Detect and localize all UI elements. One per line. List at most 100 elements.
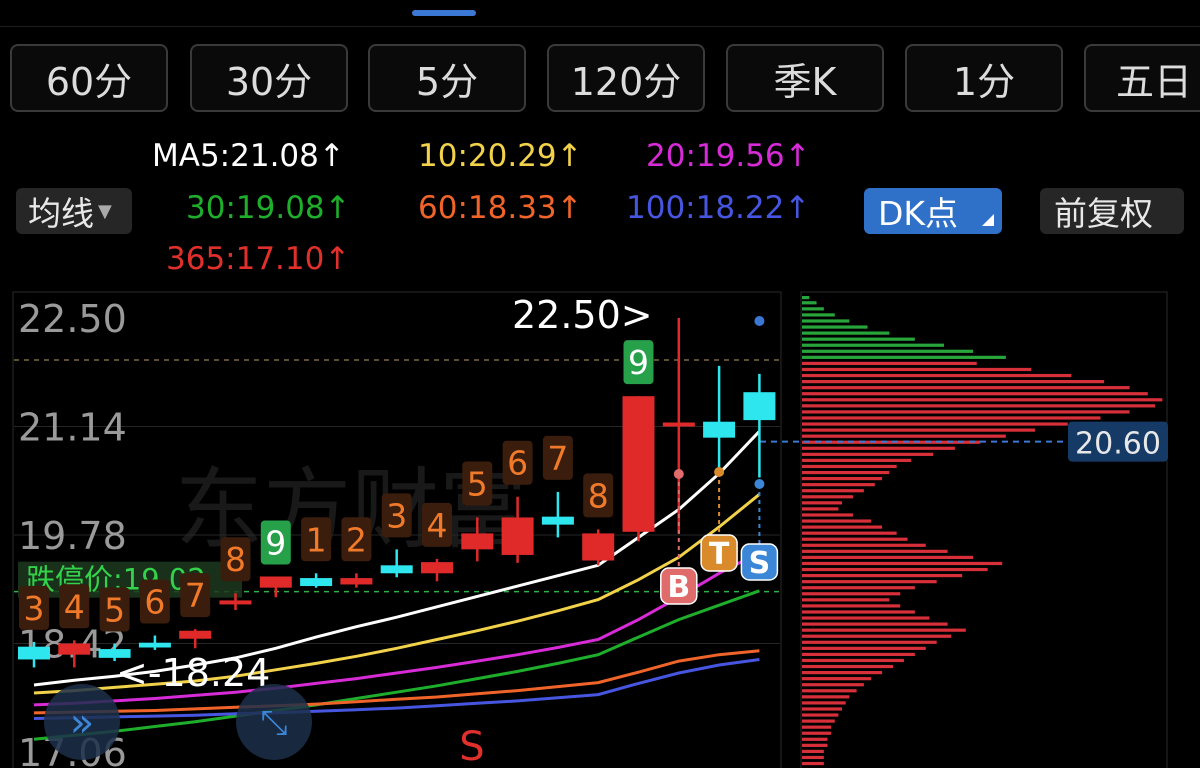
candle-body-down <box>541 516 574 525</box>
volume-profile-bar-red <box>802 598 890 602</box>
y-axis-tick-label: 19.78 <box>18 514 127 558</box>
drag-handle[interactable] <box>412 10 476 16</box>
nine-turn-count: 7 <box>547 439 568 478</box>
period-tab-60min[interactable]: 60分 <box>10 44 168 112</box>
volume-profile-bar-red <box>802 695 850 699</box>
volume-profile-bar-red <box>802 574 963 578</box>
volume-profile-bar-green <box>802 313 835 317</box>
volume-profile-bar-red <box>802 513 853 517</box>
divider <box>0 26 1200 27</box>
volume-profile-bar-red <box>802 380 1105 384</box>
volume-profile-bar-green <box>802 307 824 311</box>
volume-profile-bar-red <box>802 501 843 505</box>
ma10-value: 10:20.29↑ <box>418 138 583 174</box>
candle-body-down <box>300 578 333 587</box>
candle-body-down <box>138 642 171 648</box>
volume-profile-bar-red <box>802 361 977 366</box>
ma20-value: 20:19.56↑ <box>646 138 811 174</box>
corner-triangle-icon <box>982 214 994 226</box>
nine-turn-count: 3 <box>386 496 407 535</box>
expand-arrows-icon: ⤡ <box>260 703 287 743</box>
candle-body-down <box>380 565 413 574</box>
candle-body-up <box>58 643 91 655</box>
nine-turn-count: 5 <box>104 591 125 630</box>
volume-profile-bar-red <box>802 489 864 493</box>
volume-profile-bar-red <box>802 507 839 511</box>
volume-profile-bar-red <box>802 392 1148 396</box>
volume-profile-bar-red <box>802 640 937 644</box>
volume-profile-bar-red <box>802 464 897 469</box>
volume-profile-bar-red <box>802 701 846 705</box>
ma60-value: 60:18.33↑ <box>418 190 583 226</box>
y-axis-tick-label: 22.50 <box>18 297 127 341</box>
volume-profile-bar-red <box>802 404 1156 408</box>
period-tab-30min[interactable]: 30分 <box>190 44 348 112</box>
volume-profile-bar-red <box>802 561 1003 566</box>
volume-profile-bar-green <box>802 337 915 341</box>
forward-adjust-label: 前复权 <box>1054 194 1153 233</box>
candle-body-down <box>703 421 736 438</box>
candle-body-up <box>461 533 494 550</box>
volume-profile-bar-red <box>802 470 890 475</box>
ma-selector[interactable]: 均线 ▼ <box>16 188 132 234</box>
volume-profile-bar-red <box>802 398 1163 402</box>
nine-turn-count: 5 <box>467 464 488 503</box>
volume-profile-bar-red <box>802 622 948 626</box>
volume-profile-bar-green <box>802 325 868 329</box>
nine-turn-count: 3 <box>24 589 45 628</box>
volume-profile-bar-green <box>802 296 810 300</box>
dk-point-label: DK点 <box>878 194 959 233</box>
dot-marker <box>754 316 765 326</box>
volume-profile-bar-red <box>802 743 828 747</box>
volume-profile-bar-red <box>802 586 915 590</box>
double-chevron-right-icon: » <box>70 700 94 746</box>
volume-profile-bar-red <box>802 452 934 456</box>
volume-profile-bar-green <box>802 331 890 335</box>
nine-turn-count: 6 <box>144 583 165 622</box>
volume-profile-bar-red <box>802 373 1072 378</box>
volume-profile-bar-red <box>802 477 883 481</box>
volume-profile-bar-red <box>802 677 872 681</box>
volume-profile-bar-green <box>802 343 944 347</box>
candle-body-up <box>340 578 373 585</box>
nine-turn-count: 2 <box>346 520 367 559</box>
volume-profile-bar-red <box>802 731 832 735</box>
candle-body-up <box>259 576 292 588</box>
forward-adjust-button[interactable]: 前复权 <box>1040 188 1184 234</box>
candle-body-up <box>421 562 453 574</box>
ma5-value: MA5:21.08↑ <box>152 138 345 174</box>
candle-body-down <box>18 646 50 660</box>
kline-chart[interactable]: 22.5021.1419.7818.4217.06跌停价:19.02东方财富20… <box>0 290 1200 768</box>
volume-profile-bar-green <box>802 355 1006 359</box>
volume-profile-bar-red <box>802 422 1068 426</box>
ma365-value: 365:17.10↑ <box>166 241 351 277</box>
y-axis-tick-label: 21.14 <box>18 406 127 450</box>
volume-profile-bar-red <box>802 725 832 729</box>
signal-dot <box>714 467 725 477</box>
period-tab-5day[interactable]: 五日 <box>1084 44 1200 112</box>
volume-profile-bar-red <box>802 664 893 669</box>
volume-profile-bar-red <box>802 658 904 663</box>
volume-profile-bar-red <box>802 604 901 608</box>
volume-profile-bar-red <box>802 531 897 535</box>
signal-dot <box>754 479 765 489</box>
volume-profile-bar-red <box>802 713 839 717</box>
ma30-value: 30:19.08↑ <box>186 190 351 226</box>
dk-point-button[interactable]: DK点 <box>864 188 1002 234</box>
candle-body-up <box>622 396 655 532</box>
period-tabs: 60分 30分 5分 120分 季K 1分 五日 <box>10 44 1200 114</box>
volume-profile-bar-red <box>802 707 843 711</box>
period-tab-1min[interactable]: 1分 <box>905 44 1063 112</box>
candle-body-up <box>219 600 252 605</box>
volume-profile-bar-red <box>802 634 952 638</box>
volume-profile-bar-red <box>802 580 937 584</box>
dropdown-icon: ▼ <box>98 200 112 222</box>
period-tab-120min[interactable]: 120分 <box>547 44 705 112</box>
volume-profile-bar-red <box>802 683 864 687</box>
candle-body-up <box>501 517 534 555</box>
volume-profile-bar-red <box>802 410 1130 414</box>
current-price-label: 20.60 <box>1075 427 1161 462</box>
period-tab-quarter[interactable]: 季K <box>726 44 884 112</box>
low-annotation: <-18.24 <box>116 651 270 695</box>
period-tab-5min[interactable]: 5分 <box>368 44 526 112</box>
